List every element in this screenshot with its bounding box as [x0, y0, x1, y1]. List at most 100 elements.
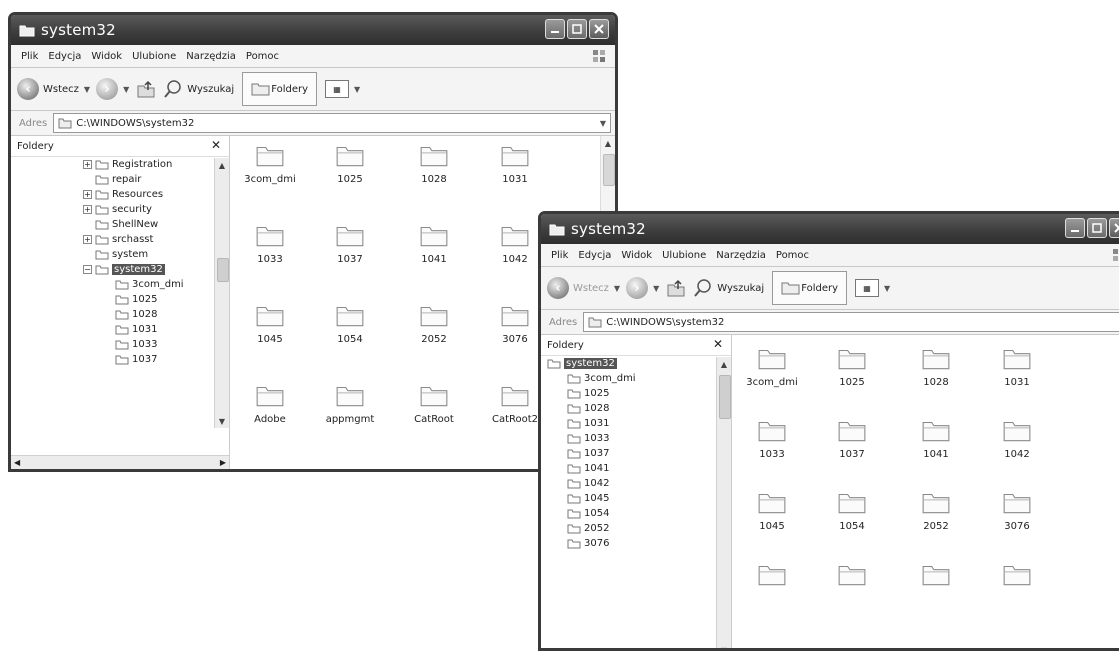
expand-toggle-icon[interactable]: +: [83, 160, 92, 169]
tree-item[interactable]: 2052: [541, 521, 731, 536]
folders-button[interactable]: Foldery: [772, 271, 848, 305]
file-item[interactable]: 1028: [394, 142, 474, 185]
file-item[interactable]: 1028: [896, 345, 976, 388]
maximize-button[interactable]: [567, 19, 587, 39]
file-item[interactable]: 2052: [394, 302, 474, 345]
tree-item[interactable]: 1031: [11, 322, 229, 337]
file-item[interactable]: 1037: [812, 417, 892, 460]
tree-item[interactable]: 1054: [541, 506, 731, 521]
menu-item-help[interactable]: Pomoc: [776, 250, 809, 261]
tree-item[interactable]: ShellNew: [11, 217, 229, 232]
tree-item[interactable]: 1037: [541, 446, 731, 461]
scroll-thumb[interactable]: [217, 258, 229, 282]
tree-item[interactable]: 1025: [11, 292, 229, 307]
tree-horizontal-scrollbar[interactable]: ◀ ▶: [11, 455, 229, 469]
up-button[interactable]: [665, 277, 687, 299]
tree-item[interactable]: 1028: [541, 401, 731, 416]
address-field[interactable]: C:\WINDOWS\system32 ▼: [53, 113, 611, 133]
scroll-down-icon[interactable]: ▼: [215, 414, 229, 428]
title-bar[interactable]: system32: [11, 15, 615, 45]
tree-item[interactable]: 1025: [541, 386, 731, 401]
file-item[interactable]: CatRoot: [394, 382, 474, 425]
tree-item[interactable]: system: [11, 247, 229, 262]
scroll-thumb[interactable]: [603, 154, 615, 186]
tree-item[interactable]: repair: [11, 172, 229, 187]
tree-item[interactable]: + srchasst: [11, 232, 229, 247]
tree-item[interactable]: + security: [11, 202, 229, 217]
chevron-down-icon[interactable]: ▼: [354, 85, 360, 94]
close-pane-icon[interactable]: ✕: [211, 138, 221, 152]
up-button[interactable]: [135, 78, 157, 100]
close-button[interactable]: [589, 19, 609, 39]
tree-item[interactable]: 1033: [11, 337, 229, 352]
minimize-button[interactable]: [545, 19, 565, 39]
file-item[interactable]: 3com_dmi: [230, 142, 310, 185]
expand-toggle-icon[interactable]: +: [83, 235, 92, 244]
file-item[interactable]: 1054: [812, 489, 892, 532]
expand-toggle-icon[interactable]: −: [83, 265, 92, 274]
close-pane-icon[interactable]: ✕: [713, 337, 723, 351]
tree-item[interactable]: 3076: [541, 536, 731, 551]
tree-item[interactable]: − system32: [11, 262, 229, 277]
tree-item[interactable]: 1028: [11, 307, 229, 322]
scroll-down-icon[interactable]: ▼: [717, 643, 731, 649]
file-item[interactable]: 3076: [977, 489, 1057, 532]
file-item[interactable]: 1031: [977, 345, 1057, 388]
maximize-button[interactable]: [1087, 218, 1107, 238]
menu-item-file[interactable]: Plik: [21, 51, 38, 62]
file-item[interactable]: [977, 561, 1057, 593]
file-item[interactable]: 1054: [310, 302, 390, 345]
tree-item[interactable]: + Resources: [11, 187, 229, 202]
folders-button[interactable]: Foldery: [242, 72, 318, 106]
menu-item-view[interactable]: Widok: [91, 51, 122, 62]
views-button[interactable]: ▦: [325, 80, 350, 98]
menu-item-view[interactable]: Widok: [621, 250, 652, 261]
scroll-up-icon[interactable]: ▲: [717, 357, 731, 371]
scroll-up-icon[interactable]: ▲: [215, 158, 229, 172]
file-item[interactable]: 1041: [394, 222, 474, 265]
chevron-down-icon[interactable]: ▼: [600, 119, 606, 128]
tree-vertical-scrollbar[interactable]: ▲ ▼: [214, 158, 229, 428]
menu-item-help[interactable]: Pomoc: [246, 51, 279, 62]
tree-item[interactable]: 1045: [541, 491, 731, 506]
menu-item-tools[interactable]: Narzędzia: [716, 250, 766, 261]
tree-item[interactable]: 1041: [541, 461, 731, 476]
tree-item[interactable]: 1042: [541, 476, 731, 491]
file-item[interactable]: 1033: [230, 222, 310, 265]
forward-button[interactable]: › ▼: [626, 277, 659, 299]
file-item[interactable]: [896, 561, 976, 593]
menu-item-edit[interactable]: Edycja: [578, 250, 611, 261]
address-field[interactable]: C:\WINDOWS\system32 ▼: [583, 312, 1119, 332]
title-bar[interactable]: system32: [541, 214, 1119, 244]
close-button[interactable]: [1109, 218, 1119, 238]
back-button[interactable]: ‹ Wstecz ▼: [547, 277, 620, 299]
tree-item[interactable]: 1031: [541, 416, 731, 431]
file-item[interactable]: 1041: [896, 417, 976, 460]
menu-item-file[interactable]: Plik: [551, 250, 568, 261]
scroll-up-icon[interactable]: ▲: [601, 136, 615, 150]
scroll-thumb[interactable]: [719, 375, 731, 419]
menu-item-tools[interactable]: Narzędzia: [186, 51, 236, 62]
menu-item-favorites[interactable]: Ulubione: [662, 250, 706, 261]
file-item[interactable]: 1037: [310, 222, 390, 265]
search-button[interactable]: Wyszukaj: [163, 79, 234, 99]
chevron-down-icon[interactable]: ▼: [884, 284, 890, 293]
file-item[interactable]: [732, 561, 812, 593]
file-item[interactable]: 1031: [475, 142, 555, 185]
expand-toggle-icon[interactable]: +: [83, 205, 92, 214]
scroll-right-icon[interactable]: ▶: [220, 458, 226, 467]
file-item[interactable]: [812, 561, 892, 593]
file-item[interactable]: appmgmt: [310, 382, 390, 425]
file-item[interactable]: Adobe: [230, 382, 310, 425]
explorer-window-back[interactable]: system32 Plik Edycja Widok Ulubione Narz…: [8, 12, 618, 472]
expand-toggle-icon[interactable]: +: [83, 190, 92, 199]
file-item[interactable]: 3com_dmi: [732, 345, 812, 388]
file-item[interactable]: 1025: [310, 142, 390, 185]
file-item[interactable]: 1025: [812, 345, 892, 388]
tree-item[interactable]: + Registration: [11, 157, 229, 172]
forward-button[interactable]: › ▼: [96, 78, 129, 100]
file-item[interactable]: 1033: [732, 417, 812, 460]
file-item[interactable]: 1042: [977, 417, 1057, 460]
file-item[interactable]: 1045: [732, 489, 812, 532]
file-item[interactable]: 1045: [230, 302, 310, 345]
